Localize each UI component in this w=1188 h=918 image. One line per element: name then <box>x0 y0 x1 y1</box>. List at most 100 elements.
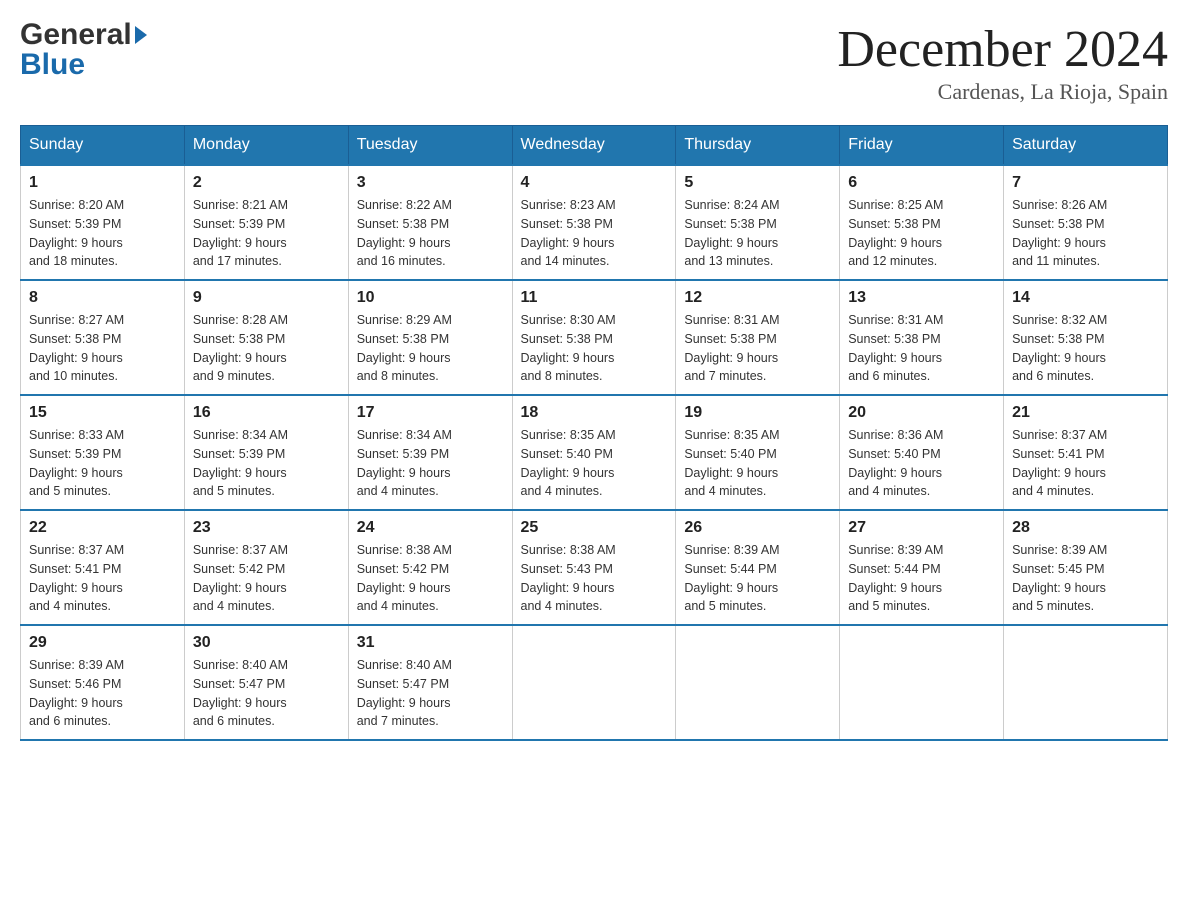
day-info: Sunrise: 8:40 AMSunset: 5:47 PMDaylight:… <box>193 656 340 731</box>
day-info: Sunrise: 8:39 AMSunset: 5:44 PMDaylight:… <box>848 541 995 616</box>
day-number: 6 <box>848 174 995 192</box>
day-number: 29 <box>29 634 176 652</box>
day-number: 5 <box>684 174 831 192</box>
day-info: Sunrise: 8:39 AMSunset: 5:44 PMDaylight:… <box>684 541 831 616</box>
calendar-week-row: 29Sunrise: 8:39 AMSunset: 5:46 PMDayligh… <box>21 625 1168 740</box>
location-title: Cardenas, La Rioja, Spain <box>837 79 1168 105</box>
day-number: 14 <box>1012 289 1159 307</box>
calendar-cell: 30 Sunrise: 8:40 AMSunset: 5:47 PMDayligh… <box>184 625 348 740</box>
weekday-header-tuesday: Tuesday <box>348 126 512 166</box>
day-info: Sunrise: 8:34 AMSunset: 5:39 PMDaylight:… <box>357 426 504 501</box>
day-info: Sunrise: 8:22 AMSunset: 5:38 PMDaylight:… <box>357 196 504 271</box>
day-info: Sunrise: 8:35 AMSunset: 5:40 PMDaylight:… <box>684 426 831 501</box>
calendar-cell: 23Sunrise: 8:37 AMSunset: 5:42 PMDayligh… <box>184 510 348 625</box>
calendar-cell: 27Sunrise: 8:39 AMSunset: 5:44 PMDayligh… <box>840 510 1004 625</box>
day-info: Sunrise: 8:39 AMSunset: 5:45 PMDaylight:… <box>1012 541 1159 616</box>
calendar-cell: 4 Sunrise: 8:23 AMSunset: 5:38 PMDaylight… <box>512 165 676 280</box>
calendar-cell: 12 Sunrise: 8:31 AMSunset: 5:38 PMDayligh… <box>676 280 840 395</box>
calendar-cell: 13 Sunrise: 8:31 AMSunset: 5:38 PMDayligh… <box>840 280 1004 395</box>
calendar-week-row: 8Sunrise: 8:27 AMSunset: 5:38 PMDaylight… <box>21 280 1168 395</box>
day-info: Sunrise: 8:31 AMSunset: 5:38 PMDaylight:… <box>684 311 831 386</box>
calendar-cell <box>1004 625 1168 740</box>
day-info: Sunrise: 8:34 AMSunset: 5:39 PMDaylight:… <box>193 426 340 501</box>
calendar-cell: 5Sunrise: 8:24 AMSunset: 5:38 PMDaylight… <box>676 165 840 280</box>
day-number: 16 <box>193 404 340 422</box>
calendar-week-row: 22 Sunrise: 8:37 AMSunset: 5:41 PMDayligh… <box>21 510 1168 625</box>
day-info: Sunrise: 8:40 AMSunset: 5:47 PMDaylight:… <box>357 656 504 731</box>
weekday-header-row: SundayMondayTuesdayWednesdayThursdayFrid… <box>21 126 1168 166</box>
day-number: 10 <box>357 289 504 307</box>
day-number: 19 <box>684 404 831 422</box>
calendar-cell: 11 Sunrise: 8:30 AMSunset: 5:38 PMDayligh… <box>512 280 676 395</box>
calendar-cell: 6 Sunrise: 8:25 AMSunset: 5:38 PMDaylight… <box>840 165 1004 280</box>
day-info: Sunrise: 8:31 AMSunset: 5:38 PMDaylight:… <box>848 311 995 386</box>
day-number: 2 <box>193 174 340 192</box>
calendar-cell: 20 Sunrise: 8:36 AMSunset: 5:40 PMDayligh… <box>840 395 1004 510</box>
day-info: Sunrise: 8:37 AMSunset: 5:41 PMDaylight:… <box>1012 426 1159 501</box>
day-info: Sunrise: 8:32 AMSunset: 5:38 PMDaylight:… <box>1012 311 1159 386</box>
calendar-cell: 3 Sunrise: 8:22 AMSunset: 5:38 PMDaylight… <box>348 165 512 280</box>
day-number: 22 <box>29 519 176 537</box>
logo-arrow-icon <box>135 26 147 44</box>
day-info: Sunrise: 8:27 AMSunset: 5:38 PMDaylight:… <box>29 311 176 386</box>
day-number: 28 <box>1012 519 1159 537</box>
calendar-table: SundayMondayTuesdayWednesdayThursdayFrid… <box>20 125 1168 741</box>
day-info: Sunrise: 8:29 AMSunset: 5:38 PMDaylight:… <box>357 311 504 386</box>
calendar-cell: 7 Sunrise: 8:26 AMSunset: 5:38 PMDaylight… <box>1004 165 1168 280</box>
weekday-header-wednesday: Wednesday <box>512 126 676 166</box>
calendar-cell: 31 Sunrise: 8:40 AMSunset: 5:47 PMDayligh… <box>348 625 512 740</box>
day-number: 12 <box>684 289 831 307</box>
calendar-cell <box>512 625 676 740</box>
calendar-cell <box>676 625 840 740</box>
calendar-cell: 10 Sunrise: 8:29 AMSunset: 5:38 PMDayligh… <box>348 280 512 395</box>
day-info: Sunrise: 8:37 AMSunset: 5:41 PMDaylight:… <box>29 541 176 616</box>
day-info: Sunrise: 8:20 AMSunset: 5:39 PMDaylight:… <box>29 196 176 271</box>
calendar-cell: 29Sunrise: 8:39 AMSunset: 5:46 PMDayligh… <box>21 625 185 740</box>
calendar-cell <box>840 625 1004 740</box>
day-number: 18 <box>521 404 668 422</box>
day-info: Sunrise: 8:33 AMSunset: 5:39 PMDaylight:… <box>29 426 176 501</box>
calendar-cell: 19 Sunrise: 8:35 AMSunset: 5:40 PMDayligh… <box>676 395 840 510</box>
title-section: December 2024 Cardenas, La Rioja, Spain <box>837 20 1168 105</box>
day-info: Sunrise: 8:38 AMSunset: 5:43 PMDaylight:… <box>521 541 668 616</box>
day-number: 31 <box>357 634 504 652</box>
day-info: Sunrise: 8:37 AMSunset: 5:42 PMDaylight:… <box>193 541 340 616</box>
calendar-cell: 8Sunrise: 8:27 AMSunset: 5:38 PMDaylight… <box>21 280 185 395</box>
calendar-week-row: 15 Sunrise: 8:33 AMSunset: 5:39 PMDayligh… <box>21 395 1168 510</box>
day-info: Sunrise: 8:23 AMSunset: 5:38 PMDaylight:… <box>521 196 668 271</box>
calendar-cell: 25 Sunrise: 8:38 AMSunset: 5:43 PMDayligh… <box>512 510 676 625</box>
day-number: 7 <box>1012 174 1159 192</box>
weekday-header-friday: Friday <box>840 126 1004 166</box>
day-number: 30 <box>193 634 340 652</box>
day-number: 21 <box>1012 404 1159 422</box>
day-info: Sunrise: 8:36 AMSunset: 5:40 PMDaylight:… <box>848 426 995 501</box>
calendar-cell: 28 Sunrise: 8:39 AMSunset: 5:45 PMDayligh… <box>1004 510 1168 625</box>
day-number: 25 <box>521 519 668 537</box>
calendar-cell: 16 Sunrise: 8:34 AMSunset: 5:39 PMDayligh… <box>184 395 348 510</box>
calendar-cell: 9Sunrise: 8:28 AMSunset: 5:38 PMDaylight… <box>184 280 348 395</box>
page-header: General Blue December 2024 Cardenas, La … <box>20 20 1168 105</box>
calendar-cell: 22 Sunrise: 8:37 AMSunset: 5:41 PMDayligh… <box>21 510 185 625</box>
calendar-cell: 2Sunrise: 8:21 AMSunset: 5:39 PMDaylight… <box>184 165 348 280</box>
day-number: 15 <box>29 404 176 422</box>
calendar-cell: 21 Sunrise: 8:37 AMSunset: 5:41 PMDayligh… <box>1004 395 1168 510</box>
day-number: 17 <box>357 404 504 422</box>
day-number: 4 <box>521 174 668 192</box>
day-number: 3 <box>357 174 504 192</box>
day-info: Sunrise: 8:30 AMSunset: 5:38 PMDaylight:… <box>521 311 668 386</box>
calendar-cell: 15 Sunrise: 8:33 AMSunset: 5:39 PMDayligh… <box>21 395 185 510</box>
day-number: 13 <box>848 289 995 307</box>
day-info: Sunrise: 8:26 AMSunset: 5:38 PMDaylight:… <box>1012 196 1159 271</box>
calendar-cell: 1Sunrise: 8:20 AMSunset: 5:39 PMDaylight… <box>21 165 185 280</box>
day-info: Sunrise: 8:25 AMSunset: 5:38 PMDaylight:… <box>848 196 995 271</box>
day-info: Sunrise: 8:28 AMSunset: 5:38 PMDaylight:… <box>193 311 340 386</box>
weekday-header-saturday: Saturday <box>1004 126 1168 166</box>
day-number: 11 <box>521 289 668 307</box>
weekday-header-thursday: Thursday <box>676 126 840 166</box>
day-number: 20 <box>848 404 995 422</box>
day-info: Sunrise: 8:38 AMSunset: 5:42 PMDaylight:… <box>357 541 504 616</box>
calendar-cell: 26 Sunrise: 8:39 AMSunset: 5:44 PMDayligh… <box>676 510 840 625</box>
calendar-week-row: 1Sunrise: 8:20 AMSunset: 5:39 PMDaylight… <box>21 165 1168 280</box>
logo: General Blue <box>20 20 147 80</box>
day-number: 26 <box>684 519 831 537</box>
